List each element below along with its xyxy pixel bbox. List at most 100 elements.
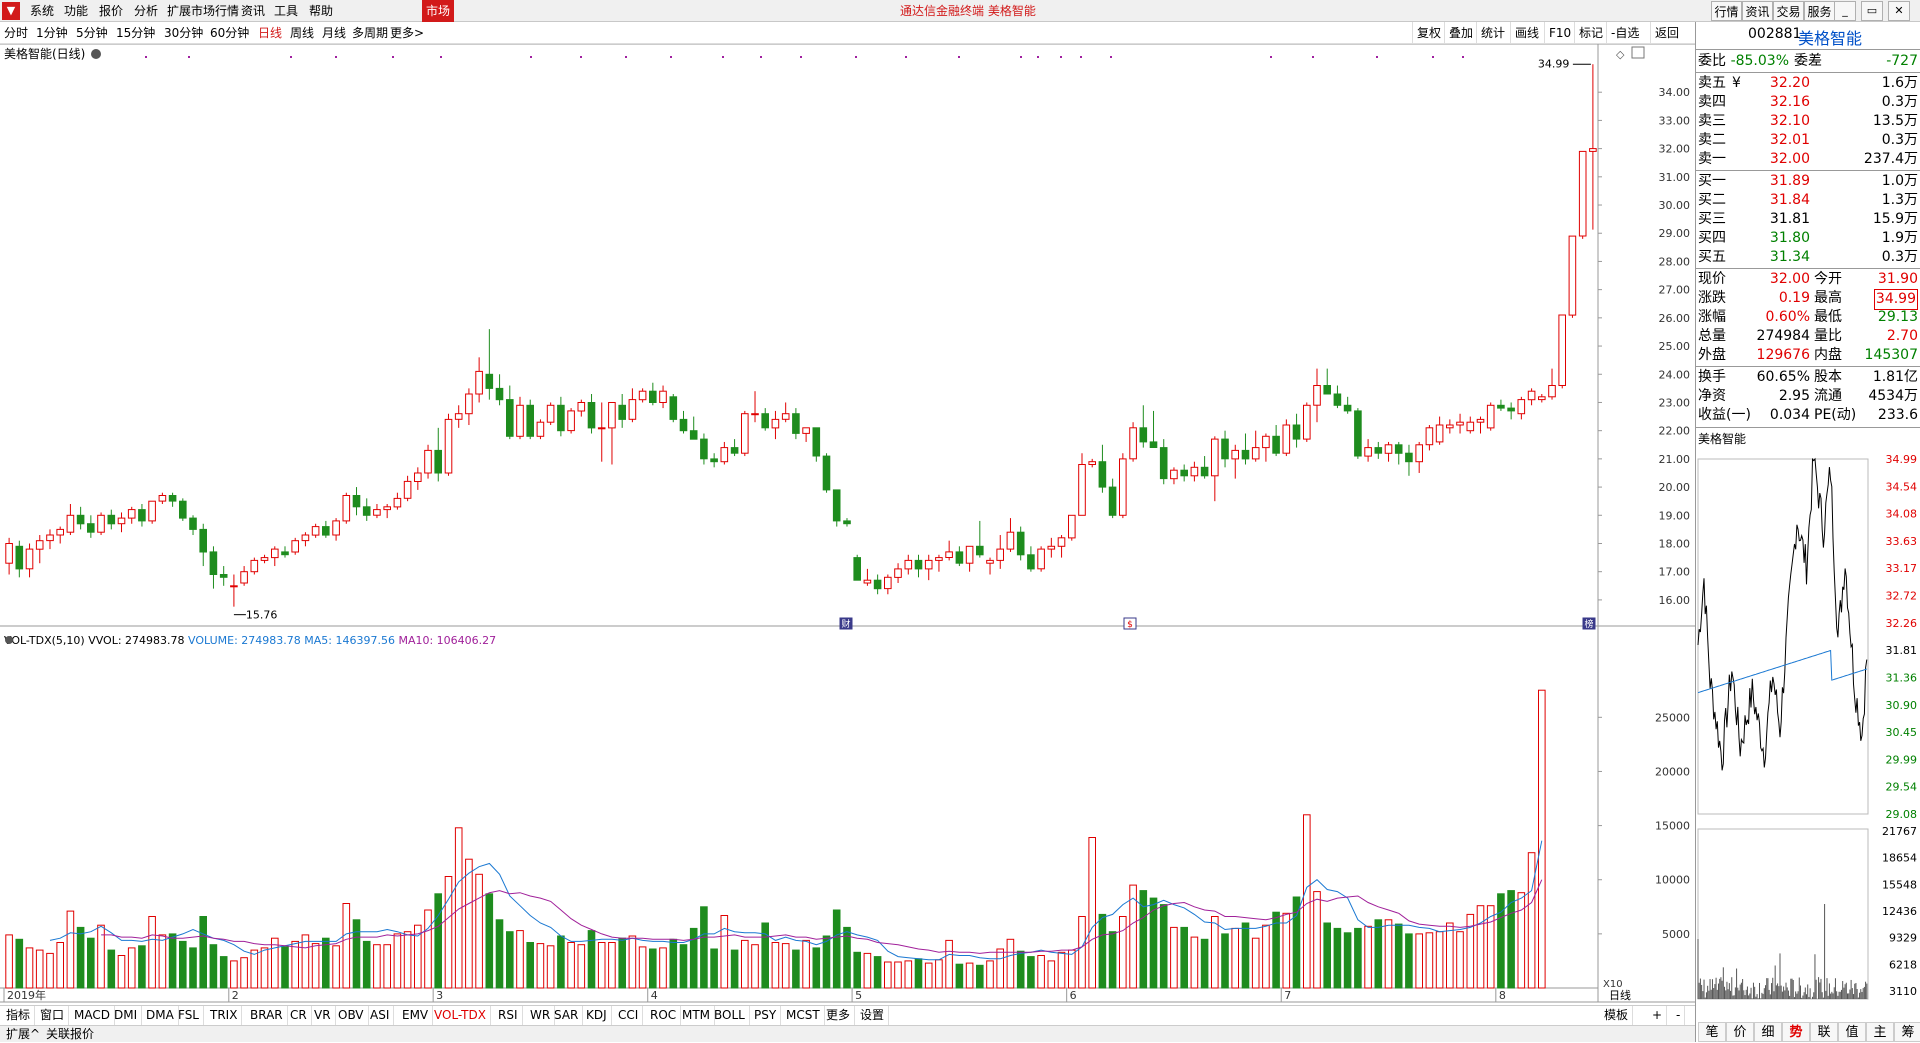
chevron-down-icon[interactable]: [5, 636, 13, 644]
indicator-tab-24[interactable]: 更多: [822, 1006, 856, 1025]
menu-item-3[interactable]: 分析: [130, 0, 162, 22]
candle: [1078, 453, 1086, 516]
menu-item-6[interactable]: 工具: [270, 0, 302, 22]
indicator-tab-25[interactable]: 设置: [856, 1006, 890, 1025]
period-6[interactable]: 日线: [258, 22, 282, 44]
menu-item-4[interactable]: 扩展市场行情: [163, 0, 243, 22]
status-bar: 扩展^ 关联报价: [0, 1025, 1695, 1042]
toolbar-6[interactable]: -自选: [1606, 22, 1643, 44]
candle: [1272, 425, 1280, 457]
candle: [352, 487, 361, 516]
chevron-down-icon[interactable]: [91, 49, 101, 59]
quote-tab-5[interactable]: 值: [1838, 1022, 1866, 1042]
indicator-tab-16[interactable]: SAR: [550, 1006, 584, 1025]
period-8[interactable]: 月线: [322, 22, 346, 44]
candle: [577, 399, 586, 417]
quote-tab-4[interactable]: 联: [1810, 1022, 1838, 1042]
indicator-tab-2[interactable]: MACD: [70, 1006, 115, 1025]
top-button-0[interactable]: 行情: [1711, 1, 1742, 21]
menu-item-2[interactable]: 报价: [95, 0, 127, 22]
candle: [679, 410, 688, 434]
close-icon[interactable]: ✕: [1888, 1, 1910, 21]
minimize-icon[interactable]: _: [1834, 1, 1856, 21]
quote-tab-7[interactable]: 筹: [1894, 1022, 1920, 1042]
toolbar-1[interactable]: 叠加: [1444, 22, 1477, 44]
toolbar-4[interactable]: F10: [1544, 22, 1575, 44]
event-marker[interactable]: 财: [839, 617, 853, 630]
menu-item-7[interactable]: 帮助: [305, 0, 337, 22]
indicator-tab-3[interactable]: DMI: [110, 1006, 143, 1025]
top-button-1[interactable]: 资讯: [1742, 1, 1773, 21]
toolbar-7[interactable]: 返回: [1650, 22, 1683, 44]
period-1[interactable]: 1分钟: [36, 22, 68, 44]
indicator-tab-10[interactable]: OBV: [334, 1006, 369, 1025]
candle: [1006, 518, 1015, 552]
indicator-tab-14[interactable]: RSI: [494, 1006, 523, 1025]
indicator-tab-0[interactable]: 指标: [2, 1006, 36, 1025]
indicator-tab-7[interactable]: BRAR: [246, 1006, 288, 1025]
period-7[interactable]: 周线: [290, 22, 314, 44]
event-marker[interactable]: 榜: [1582, 617, 1596, 630]
top-button-3[interactable]: 服务: [1804, 1, 1835, 21]
indicator-tab-6[interactable]: TRIX: [206, 1006, 243, 1025]
volume-bar: [853, 951, 862, 989]
period-5[interactable]: 60分钟: [210, 22, 249, 44]
indicator-tab-22[interactable]: PSY: [750, 1006, 782, 1025]
period-3[interactable]: 15分钟: [116, 22, 155, 44]
quote-tab-1[interactable]: 价: [1726, 1022, 1754, 1042]
menu-item-1[interactable]: 功能: [60, 0, 92, 22]
diamond-icon[interactable]: ◇: [1616, 48, 1625, 61]
candle: [832, 489, 841, 527]
status-item-1[interactable]: 关联报价: [42, 1026, 98, 1042]
volume-bar: [1282, 912, 1291, 989]
period-9[interactable]: 多周期: [352, 22, 388, 44]
quote-tab-6[interactable]: 主: [1866, 1022, 1894, 1042]
kline-chart[interactable]: 美格智能(日线)34.0033.0032.0031.0030.0029.0028…: [0, 44, 1695, 1027]
indicator-tab-9[interactable]: VR: [310, 1006, 336, 1025]
quote-tab-2[interactable]: 细: [1754, 1022, 1782, 1042]
top-button-2[interactable]: 交易: [1773, 1, 1804, 21]
indicator-tab-18[interactable]: CCI: [614, 1006, 644, 1025]
status-item-0[interactable]: 扩展^: [2, 1026, 44, 1042]
mini-price-tick: 34.08: [1886, 508, 1918, 521]
period-0[interactable]: 分时: [4, 22, 28, 44]
indicator-tab-23[interactable]: MCST: [782, 1006, 825, 1025]
price-axis-tick: 20.00: [1659, 481, 1691, 494]
indicator-tab-17[interactable]: KDJ: [582, 1006, 612, 1025]
indicator-tab-5[interactable]: FSL: [174, 1006, 204, 1025]
toolbar-2[interactable]: 统计: [1476, 22, 1509, 44]
quote-tab-3[interactable]: 势: [1782, 1022, 1810, 1042]
candle: [587, 394, 596, 434]
menu-item-0[interactable]: 系统: [26, 0, 58, 22]
indicator-right-1[interactable]: +: [1648, 1006, 1668, 1025]
stat-value: 29.13: [1877, 309, 1918, 325]
stat-value: 129676: [1756, 347, 1810, 363]
toolbar-0[interactable]: 复权: [1412, 22, 1445, 44]
candle: [618, 394, 627, 428]
indicator-tab-12[interactable]: EMV: [398, 1006, 434, 1025]
menu-item-5[interactable]: 资讯: [237, 0, 269, 22]
period-2[interactable]: 5分钟: [76, 22, 108, 44]
expand-icon[interactable]: [1631, 46, 1645, 59]
intraday-mini-chart[interactable]: 美格智能 34.99 34.54 34.08 33.63 33.17 32.72 32.26 3…: [1696, 429, 1920, 1019]
event-marker[interactable]: $: [1123, 617, 1137, 630]
toolbar-5[interactable]: 标记: [1574, 22, 1607, 44]
restore-icon[interactable]: ▭: [1861, 1, 1883, 21]
indicator-right-0[interactable]: 模板: [1600, 1006, 1634, 1025]
indicator-tab-8[interactable]: CR: [286, 1006, 312, 1025]
sell-level-volume: 1.6万: [1881, 75, 1918, 91]
indicator-tab-21[interactable]: BOLL: [710, 1006, 750, 1025]
toolbar-3[interactable]: 画线: [1510, 22, 1543, 44]
app-logo-icon[interactable]: ▼: [2, 2, 20, 20]
market-menu[interactable]: 市场: [422, 0, 455, 22]
indicator-tab-1[interactable]: 窗口: [36, 1006, 70, 1025]
indicator-tab-19[interactable]: ROC: [646, 1006, 682, 1025]
quote-tab-0[interactable]: 笔: [1698, 1022, 1726, 1042]
sell-level-price: 32.20: [1769, 75, 1810, 91]
indicator-tab-11[interactable]: ASI: [366, 1006, 395, 1025]
period-4[interactable]: 30分钟: [164, 22, 203, 44]
indicator-tab-13[interactable]: VOL-TDX: [430, 1006, 491, 1025]
indicator-right-2[interactable]: -: [1672, 1006, 1686, 1025]
mini-price-tick: 31.36: [1886, 671, 1918, 684]
period-10[interactable]: 更多>: [390, 22, 424, 44]
